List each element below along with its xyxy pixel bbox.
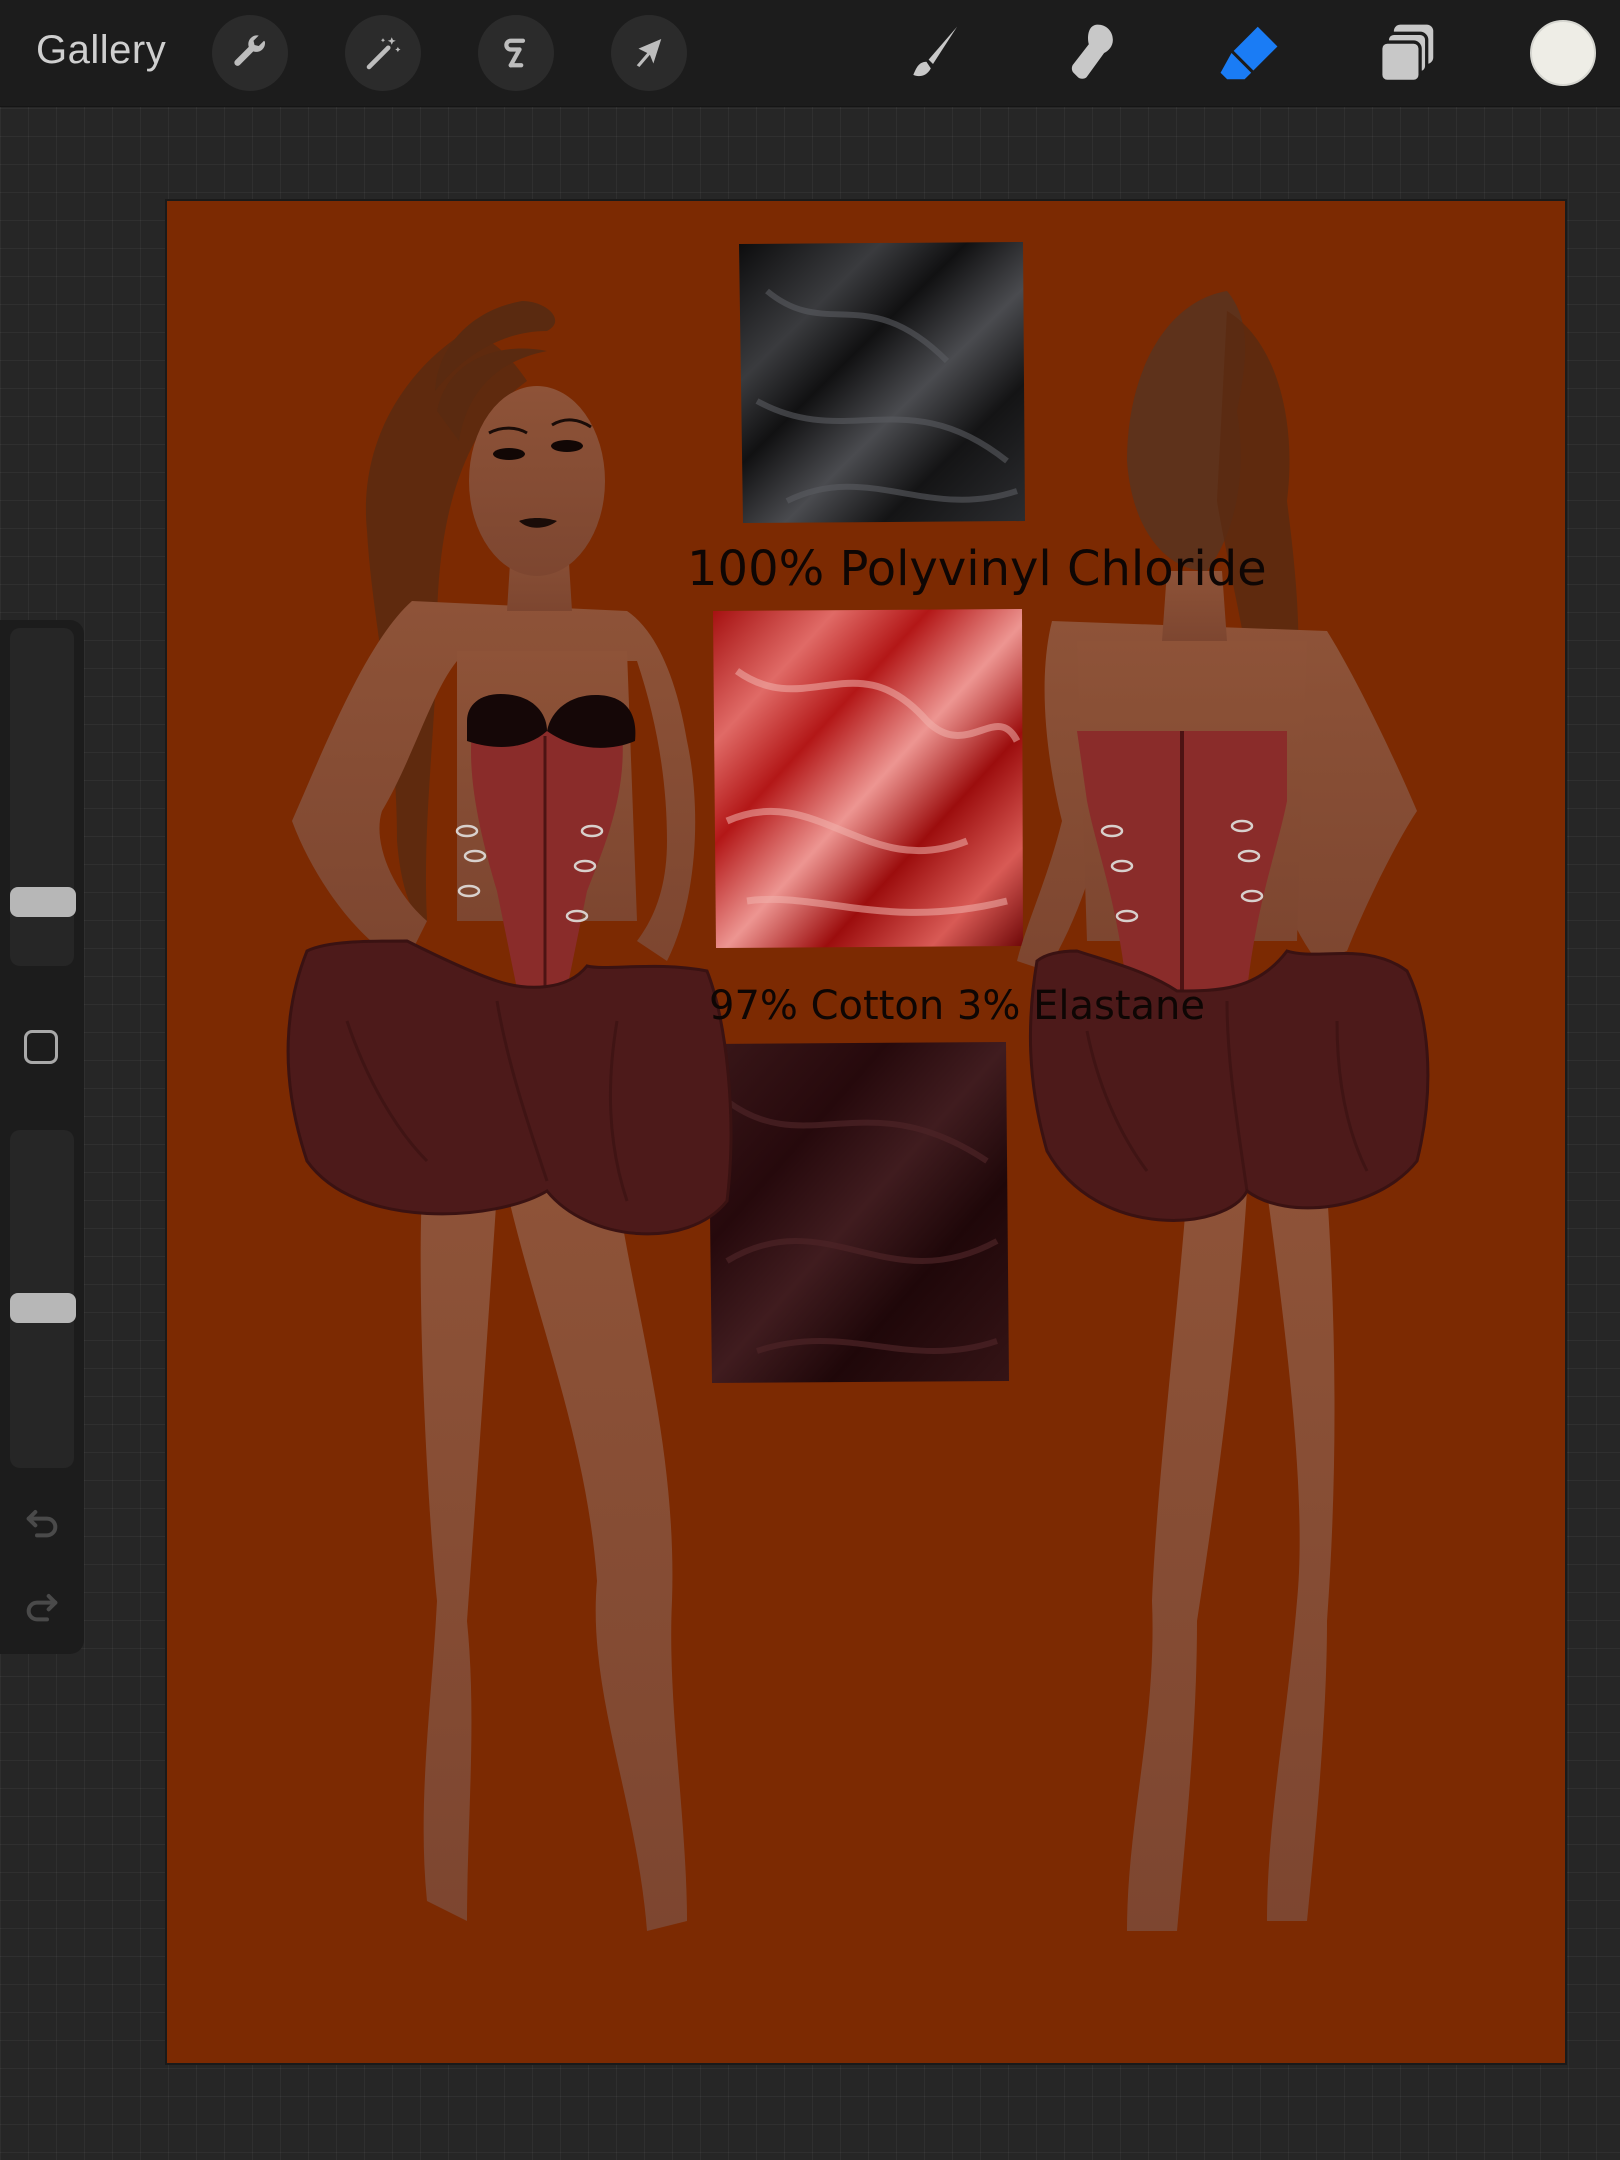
black-satin-swatch — [739, 242, 1025, 523]
eraser-tool-button[interactable] — [1212, 16, 1286, 90]
top-toolbar: Gallery — [0, 0, 1620, 107]
undo-icon[interactable] — [22, 1502, 62, 1542]
magic-wand-icon — [366, 37, 401, 70]
fabric-label-pvc: 100% Polyvinyl Chloride — [687, 541, 1267, 597]
brush-icon — [913, 26, 958, 77]
artwork — [286, 242, 1430, 1931]
layers-icon — [1379, 24, 1434, 84]
fabric-label-cotton: 97% Cotton 3% Elastane — [709, 983, 1205, 1029]
adjustments-button[interactable] — [345, 15, 421, 91]
opacity-slider[interactable] — [10, 1130, 76, 1468]
gallery-button[interactable]: Gallery — [36, 28, 166, 73]
color-picker-button[interactable] — [1530, 20, 1596, 86]
arrow-cursor-icon — [636, 39, 662, 67]
layers-button[interactable] — [1370, 16, 1444, 90]
modify-button[interactable] — [24, 1030, 58, 1064]
drawing-canvas[interactable]: 100% Polyvinyl Chloride 97% Cotton 3% El… — [167, 201, 1565, 2063]
transform-button[interactable] — [611, 15, 687, 91]
brush-size-thumb[interactable] — [10, 887, 76, 917]
wrench-icon — [234, 35, 266, 66]
selection-button[interactable] — [478, 15, 554, 91]
front-view-figure — [286, 301, 733, 1931]
red-pvc-swatch — [713, 609, 1023, 948]
opacity-thumb[interactable] — [10, 1293, 76, 1323]
eraser-icon — [1220, 26, 1278, 80]
brush-size-slider[interactable] — [10, 628, 76, 966]
brush-tool-button[interactable] — [896, 16, 970, 90]
smudge-tool-button[interactable] — [1054, 16, 1128, 90]
redo-icon[interactable] — [22, 1586, 62, 1626]
left-sidebar — [0, 620, 84, 1654]
actions-button[interactable] — [212, 15, 288, 91]
wine-cotton-swatch — [708, 1042, 1009, 1383]
back-view-figure — [1017, 291, 1430, 1931]
selection-s-icon — [504, 38, 526, 68]
smudge-finger-icon — [1071, 24, 1113, 79]
